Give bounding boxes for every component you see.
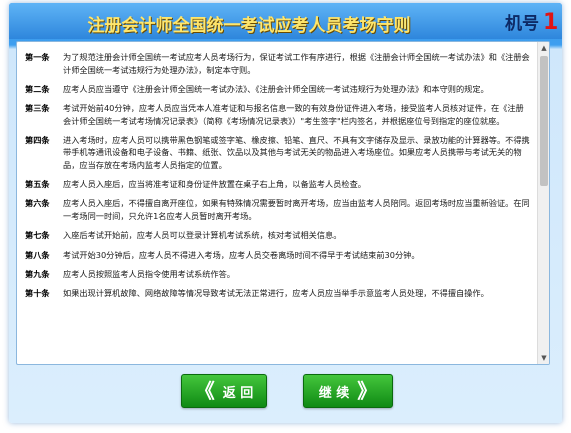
rule-text: 为了规范注册会计师全国统一考试应考人员考场行为，保证考试工作有序进行，根据《注册… — [63, 52, 530, 75]
scroll-up-icon[interactable]: ▲ — [538, 42, 549, 54]
scroll-down-icon[interactable]: ▼ — [538, 352, 549, 364]
rule-number: 第七条 — [25, 230, 50, 241]
rule-number: 第一条 — [25, 52, 50, 62]
continue-button-label: 继 续 — [318, 385, 350, 401]
rule-item: 第八条 考试开始30分钟后，应考人员不得进入考场，应考人员交卷离场时间不得早于考试… — [17, 249, 537, 262]
page-title: 注册会计师全国统一考试应考人员考场守则 — [87, 16, 411, 36]
vertical-scrollbar[interactable]: ▲ ▼ — [537, 42, 549, 364]
rule-number: 第六条 — [25, 198, 50, 209]
back-button[interactable]: 《 返 回 — [181, 374, 267, 408]
rule-number: 第二条 — [25, 83, 50, 94]
rules-content: 第一条 为了规范注册会计师全国统一考试应考人员考场行为，保证考试工作有序进行，根据… — [17, 42, 537, 364]
rule-number: 第十条 — [25, 288, 50, 299]
rule-text: 如果出现计算机故障、网络故障等情况导致考试无法正常进行，应考人员应当举手示意监考… — [63, 288, 489, 299]
rule-text: 应考人员按照监考人员指令使用考试系统作答。 — [63, 268, 235, 279]
rule-number: 第四条 — [25, 134, 50, 145]
rule-number: 第八条 — [25, 249, 50, 260]
rule-text: 考试开始30分钟后，应考人员不得进入考场，应考人员交卷离场时间不得早于考试结束前… — [63, 249, 420, 260]
machine-label: 机号 — [505, 14, 539, 34]
rule-item: 第三条 考试开始前40分钟，应考人员应当凭本人准考证和与报名信息一致的有效身份证件… — [17, 102, 537, 127]
rule-text: 应考人员入座后，应当将准考证和身份证件放置在桌子右上角，以备监考人员检查。 — [63, 179, 366, 190]
rule-item: 第四条 进入考场时，应考人员可以携带黑色钢笔或签字笔、橡皮擦、铅笔、直尺、不具有文… — [17, 134, 537, 172]
double-chevron-right-icon: 》 — [357, 379, 378, 403]
rule-text: 考试开始前40分钟，应考人员应当凭本人准考证和与报名信息一致的有效身份证件进入考… — [63, 103, 524, 126]
continue-button[interactable]: 继 续 》 — [303, 374, 393, 408]
rule-item: 第二条 应考人员应当遵守《注册会计师全国统一考试办法》、《注册会计师全国统一考试违… — [17, 83, 537, 96]
back-button-label: 返 回 — [222, 385, 254, 401]
rule-number: 第九条 — [25, 268, 50, 279]
header-bar: 注册会计师全国统一考试应考人员考场守则 机号 1 — [9, 3, 562, 39]
rules-panel: 第一条 为了规范注册会计师全国统一考试应考人员考场行为，保证考试工作有序进行，根据… — [16, 41, 550, 365]
rule-text: 入座后考试开始前，应考人员可以登录计算机考试系统，核对考试相关信息。 — [63, 230, 342, 241]
rule-text: 进入考场时，应考人员可以携带黑色钢笔或签字笔、橡皮擦、铅笔、直尺、不具有文字储存… — [63, 134, 530, 170]
machine-number-display: 机号 1 — [505, 9, 558, 35]
rule-item: 第九条 应考人员按照监考人员指令使用考试系统作答。 — [17, 268, 537, 281]
machine-number: 1 — [543, 10, 559, 35]
rule-item: 第一条 为了规范注册会计师全国统一考试应考人员考场行为，保证考试工作有序进行，根据… — [17, 51, 537, 76]
rule-number: 第五条 — [25, 179, 50, 190]
double-chevron-left-icon: 《 — [194, 379, 215, 403]
scrollbar-thumb[interactable] — [540, 56, 548, 186]
rule-item: 第六条 应考人员入座后，不得擅自离开座位，如果有特殊情况需要暂时离开考场，应当由监… — [17, 197, 537, 222]
rule-text: 应考人员应当遵守《注册会计师全国统一考试办法》、《注册会计师全国统一考试违规行为… — [63, 83, 489, 94]
rule-item: 第七条 入座后考试开始前，应考人员可以登录计算机考试系统，核对考试相关信息。 — [17, 229, 537, 242]
rule-item: 第五条 应考人员入座后，应当将准考证和身份证件放置在桌子右上角，以备监考人员检查。 — [17, 178, 537, 191]
rule-item: 第十条 如果出现计算机故障、网络故障等情况导致考试无法正常进行，应考人员应当举手示… — [17, 287, 537, 300]
rule-number: 第三条 — [25, 103, 50, 114]
rule-text: 应考人员入座后，不得擅自离开座位，如果有特殊情况需要暂时离开考场，应当由监考人员… — [63, 198, 530, 221]
